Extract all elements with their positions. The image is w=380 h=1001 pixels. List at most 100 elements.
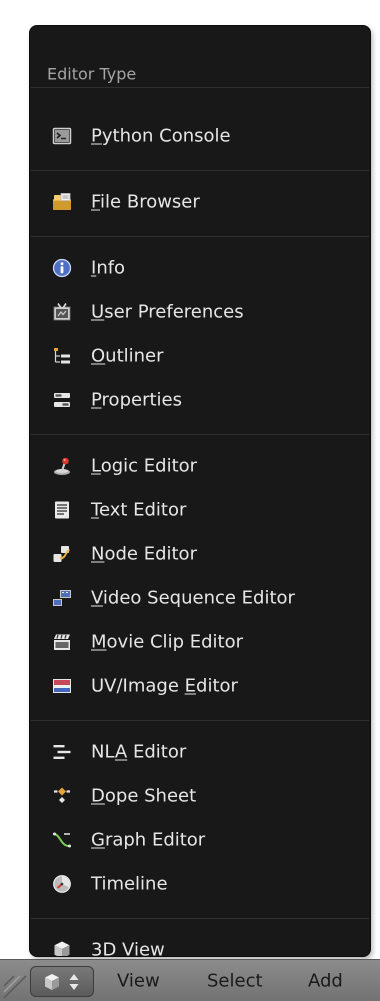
select-menu[interactable]: Select (207, 971, 263, 992)
uv-image-editor-icon (53, 679, 71, 693)
area-split-grip-icon[interactable] (2, 966, 28, 1000)
editor-type-button[interactable] (30, 966, 94, 997)
menu-item-outliner[interactable]: Outliner (30, 336, 370, 376)
label-mnemonic: G (91, 829, 105, 851)
menu-title: Editor Type (47, 64, 137, 84)
menu-item-info[interactable]: Info (30, 248, 370, 288)
menu-item-label: Logic Editor (91, 456, 197, 477)
label-text: ditor (196, 675, 238, 697)
label-mnemonic: T (91, 499, 99, 521)
menu-item-file-browser[interactable]: File Browser (30, 182, 370, 222)
menu-item-dope-sheet[interactable]: Dope Sheet (30, 776, 370, 816)
menu-item-label: Node Editor (91, 544, 197, 565)
user-preferences-icon (53, 303, 71, 321)
text-editor-icon (55, 501, 69, 519)
info-icon (52, 258, 72, 278)
label-text: ovie Clip Editor (106, 631, 243, 653)
menu-item-label: Dope Sheet (91, 786, 196, 807)
label-text: 3D Vie (91, 939, 151, 957)
nla-editor-icon (53, 745, 71, 759)
menu-item-nla-editor[interactable]: NLA Editor (30, 732, 370, 772)
video-sequence-editor-icon (53, 590, 71, 606)
label-mnemonic: P (91, 389, 102, 411)
menu-item-label: User Preferences (91, 302, 244, 323)
editor-type-menu: Editor Type Python Console File Browser In… (30, 26, 370, 956)
screen: Editor Type Python Console File Browser In… (0, 0, 380, 1001)
label-text: NL (91, 741, 115, 763)
menu-item-node-editor[interactable]: Node Editor (30, 534, 370, 574)
label-mnemonic: U (91, 301, 105, 323)
label-mnemonic: D (91, 785, 105, 807)
dope-sheet-icon (54, 787, 70, 803)
view-menu[interactable]: View (117, 971, 160, 992)
label-mnemonic: M (91, 631, 107, 653)
node-editor-icon (53, 546, 70, 562)
outliner-icon (54, 348, 70, 364)
menu-item-3d-view[interactable]: 3D View (30, 930, 370, 956)
menu-item-label: File Browser (91, 192, 200, 213)
label-text: UV/Image (91, 675, 185, 697)
up-down-arrows-icon (69, 974, 79, 990)
menu-item-label: 3D View (91, 940, 165, 957)
label-text: Timeline (91, 873, 168, 895)
menu-item-python-console[interactable]: Python Console (30, 116, 370, 156)
menu-item-timeline[interactable]: Timeline (30, 864, 370, 904)
label-text: ile Browser (100, 191, 200, 213)
label-mnemonic: P (91, 125, 102, 147)
menu-item-label: Movie Clip Editor (91, 632, 243, 653)
label-mnemonic: L (91, 455, 101, 477)
editor-header: View Select Add (0, 959, 380, 1001)
label-text: ext Editor (98, 499, 187, 521)
label-text: Editor (127, 741, 187, 763)
menu-separator (31, 236, 369, 237)
movie-clip-editor-icon (54, 634, 70, 650)
menu-separator (31, 720, 369, 721)
menu-item-label: Timeline (91, 874, 168, 895)
label-mnemonic: E (184, 675, 197, 697)
label-text: roperties (101, 389, 182, 411)
menu-separator (31, 434, 369, 435)
menu-item-text-editor[interactable]: Text Editor (30, 490, 370, 530)
menu-item-label: Graph Editor (91, 830, 205, 851)
3d-view-icon (45, 974, 59, 990)
menu-item-uv-image-editor[interactable]: UV/Image Editor (30, 666, 370, 706)
menu-separator (31, 87, 369, 88)
menu-item-properties[interactable]: Properties (30, 380, 370, 420)
label-mnemonic: w (150, 939, 165, 957)
3d-view-icon (54, 941, 70, 956)
menu-item-movie-clip-editor[interactable]: Movie Clip Editor (30, 622, 370, 662)
label-text: ogic Editor (100, 455, 198, 477)
menu-item-label: Info (91, 258, 125, 279)
menu-item-video-sequence-editor[interactable]: Video Sequence Editor (30, 578, 370, 618)
label-mnemonic: N (91, 543, 105, 565)
label-text: ser Preferences (104, 301, 244, 323)
label-text: nfo (96, 257, 126, 279)
properties-icon (54, 393, 70, 407)
graph-editor-icon (53, 832, 71, 848)
menu-item-label: Python Console (91, 126, 231, 147)
label-mnemonic: O (91, 345, 106, 367)
file-browser-icon (53, 193, 71, 210)
menu-item-label: Outliner (91, 346, 164, 367)
menu-separator (31, 170, 369, 171)
menu-item-graph-editor[interactable]: Graph Editor (30, 820, 370, 860)
menu-separator (31, 918, 369, 919)
label-text: ope Sheet (104, 785, 197, 807)
menu-item-label: Text Editor (91, 500, 186, 521)
label-text: raph Editor (104, 829, 206, 851)
menu-item-label: Properties (91, 390, 182, 411)
python-console-icon (52, 127, 72, 145)
label-text: ython Console (101, 125, 231, 147)
label-text: ode Editor (104, 543, 197, 565)
label-mnemonic: A (114, 741, 128, 763)
menu-item-user-preferences[interactable]: User Preferences (30, 292, 370, 332)
add-menu[interactable]: Add (308, 971, 343, 992)
menu-item-label: NLA Editor (91, 742, 186, 763)
logic-editor-icon (54, 457, 70, 475)
label-mnemonic: V (91, 587, 103, 609)
label-mnemonic: F (91, 191, 101, 213)
label-text: ideo Sequence Editor (102, 587, 295, 609)
menu-item-label: Video Sequence Editor (91, 588, 295, 609)
label-text: utliner (105, 345, 164, 367)
menu-item-logic-editor[interactable]: Logic Editor (30, 446, 370, 486)
